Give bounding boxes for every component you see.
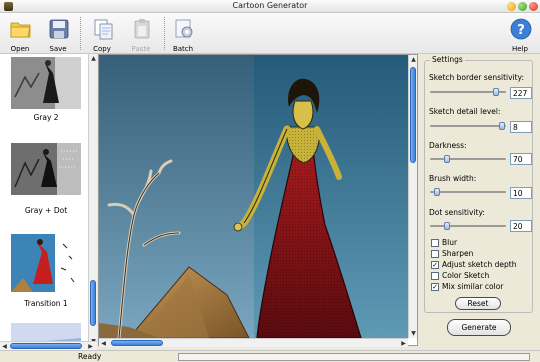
- slider-knob[interactable]: [498, 122, 505, 130]
- batch-icon: [175, 19, 193, 38]
- cartoon-preview-image[interactable]: [99, 55, 408, 338]
- title-bar: Cartoon Generator: [0, 0, 540, 13]
- checkbox-box[interactable]: ✓: [431, 283, 439, 291]
- slider-value-field[interactable]: 8: [510, 121, 532, 133]
- save-button[interactable]: Save: [41, 16, 75, 54]
- slider-knob[interactable]: [493, 88, 499, 96]
- generate-button[interactable]: Generate: [447, 319, 511, 336]
- scrollbar-thumb[interactable]: [10, 343, 82, 349]
- close-button[interactable]: [529, 2, 538, 11]
- paste-label: Paste: [131, 45, 151, 53]
- scroll-right-arrow-icon[interactable]: ▶: [399, 339, 408, 348]
- checkbox-label: Mix similar color: [442, 282, 504, 291]
- open-button[interactable]: Open: [3, 16, 37, 54]
- slider-label: Sketch border sensitivity:: [429, 73, 524, 82]
- help-label: Help: [512, 45, 528, 53]
- folder-icon: [10, 22, 31, 38]
- scrollbar-thumb[interactable]: [410, 67, 416, 163]
- preview-horizontal-scrollbar[interactable]: ◀ ▶: [99, 338, 408, 347]
- thumbnail-horizontal-scrollbar[interactable]: ◀ ▶: [0, 341, 97, 350]
- minimize-button[interactable]: [507, 2, 516, 11]
- slider-knob[interactable]: [434, 188, 441, 196]
- slider-knob[interactable]: [444, 155, 450, 163]
- batch-label: Batch: [172, 45, 194, 53]
- copy-button[interactable]: Copy: [85, 16, 119, 54]
- thumbnail-label: Transition 1: [24, 299, 68, 308]
- scroll-up-arrow-icon[interactable]: ▲: [409, 55, 418, 64]
- slider-track[interactable]: [430, 158, 506, 160]
- slider-track[interactable]: [430, 191, 506, 193]
- thumbnail-label: Gray + Dot: [24, 206, 68, 215]
- copy-label: Copy: [93, 45, 111, 53]
- slider-label: Sketch detail level:: [429, 107, 501, 116]
- slider-label: Dot sensitivity:: [429, 208, 485, 217]
- checkbox-label: Color Sketch: [442, 271, 490, 280]
- slider-track[interactable]: [430, 225, 506, 227]
- checkbox-label: Sharpen: [442, 249, 474, 258]
- slider-value-field[interactable]: 70: [510, 153, 532, 165]
- checkbox-label: Adjust sketch depth: [442, 260, 517, 269]
- help-button[interactable]: ? Help: [503, 16, 537, 54]
- scrollbar-thumb[interactable]: [90, 280, 96, 326]
- batch-button[interactable]: Batch: [166, 16, 200, 54]
- thumbnail-image: [11, 143, 81, 195]
- image-preview-panel: ▲ ▼ ◀ ▶: [98, 54, 418, 347]
- slider-value-field[interactable]: 20: [510, 220, 532, 232]
- progress-bar: [178, 353, 530, 361]
- checkbox-label: Blur: [442, 238, 458, 247]
- thumbnail-image: [11, 57, 81, 109]
- settings-group: Settings Sketch border sensitivity: 227 …: [424, 55, 533, 313]
- paste-button[interactable]: Paste: [124, 16, 158, 54]
- slider-label: Darkness:: [429, 141, 467, 150]
- scroll-down-arrow-icon[interactable]: ▼: [409, 329, 418, 338]
- toolbar: Open Save Copy Paste Batch ? Help: [0, 13, 540, 54]
- slider-knob[interactable]: [444, 222, 450, 230]
- maximize-button[interactable]: [518, 2, 527, 11]
- thumbnail-vertical-scrollbar[interactable]: ▲ ▼: [88, 54, 97, 346]
- clipboard-icon: [134, 19, 150, 39]
- open-label: Open: [10, 45, 30, 53]
- slider-value-field[interactable]: 10: [510, 187, 532, 199]
- preview-vertical-scrollbar[interactable]: ▲ ▼: [408, 55, 417, 338]
- preset-thumbnail-list: Gray 2 Gray + Dot Transition 1: [0, 54, 90, 346]
- thumbnail-label: Gray 2: [33, 113, 59, 122]
- checkbox-box[interactable]: [431, 239, 439, 247]
- status-bar: Ready: [0, 350, 540, 362]
- copy-icon: [94, 19, 113, 40]
- app-window: Cartoon Generator Open Save Copy Paste B…: [0, 0, 540, 362]
- help-icon: ?: [510, 18, 532, 40]
- reset-button[interactable]: Reset: [455, 297, 501, 310]
- svg-text:?: ?: [517, 23, 525, 38]
- checkbox-box[interactable]: [431, 272, 439, 280]
- scroll-up-arrow-icon[interactable]: ▲: [89, 54, 98, 63]
- slider-value-field[interactable]: 227: [510, 87, 532, 99]
- slider-track[interactable]: [430, 125, 506, 127]
- save-label: Save: [49, 45, 67, 53]
- status-text: Ready: [78, 352, 102, 361]
- scroll-left-arrow-icon[interactable]: ◀: [99, 339, 108, 348]
- window-title: Cartoon Generator: [232, 1, 308, 10]
- floppy-disk-icon: [49, 19, 69, 39]
- slider-label: Brush width:: [429, 174, 477, 183]
- scrollbar-thumb[interactable]: [111, 340, 163, 346]
- settings-title: Settings: [430, 55, 465, 64]
- checkbox-box[interactable]: [431, 250, 439, 258]
- checkbox-box[interactable]: ✓: [431, 261, 439, 269]
- thumbnail-image: [11, 234, 81, 292]
